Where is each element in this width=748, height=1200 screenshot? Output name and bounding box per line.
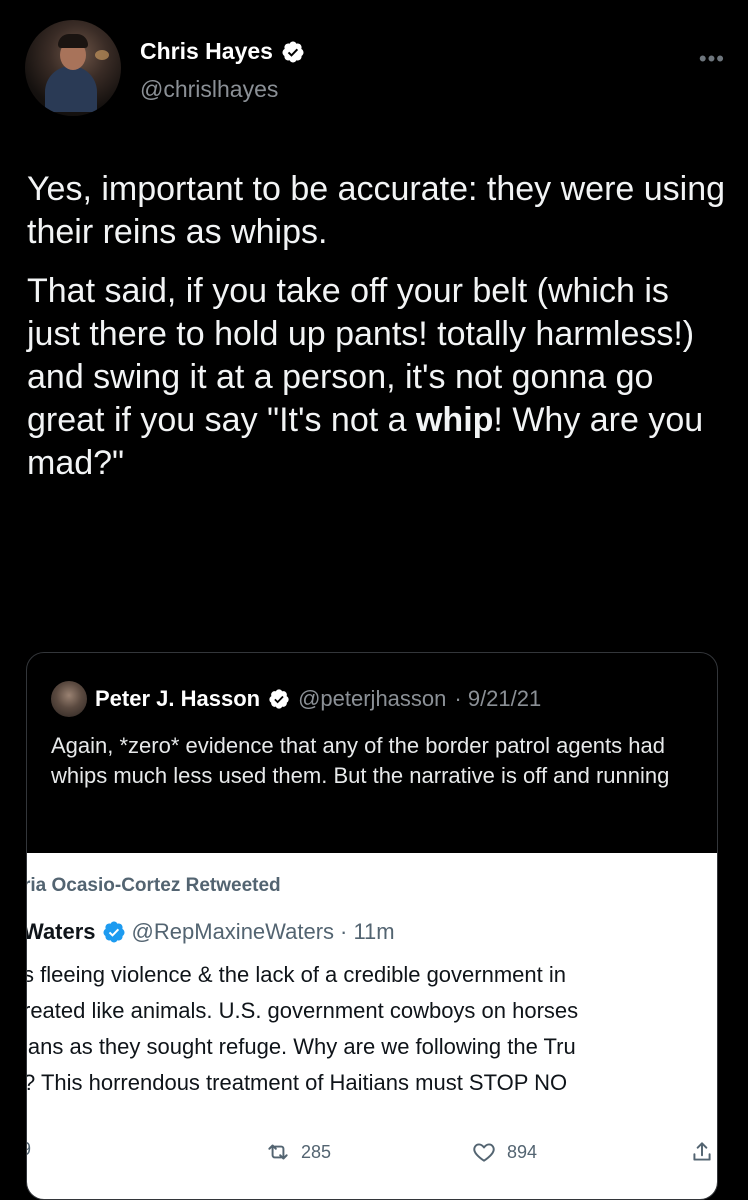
quoted-author-name[interactable]: Peter J. Hasson (95, 686, 260, 712)
embedded-text-line: ians as they sought refuge. Why are we f… (27, 1034, 576, 1059)
verified-badge-icon (269, 689, 289, 709)
embedded-text-line: reated like animals. U.S. government cow… (27, 998, 579, 1023)
share-icon (693, 1142, 711, 1161)
quoted-date: · 9/21/21 (454, 686, 542, 711)
verified-badge-icon (103, 921, 125, 943)
reply-action: 9 (27, 1139, 31, 1160)
embedded-author-row: Waters @RepMaxineWaters · 11m (27, 919, 395, 945)
quoted-tweet-header: Peter J. Hasson @peterjhasson · 9/21/21 (51, 681, 541, 717)
author-name[interactable]: Chris Hayes (140, 38, 273, 65)
tweet-body: Yes, important to be accurate: they were… (27, 168, 727, 501)
embedded-screenshot: ria Ocasio-Cortez Retweeted Waters @RepM… (27, 853, 717, 1199)
retweeted-by-label: ria Ocasio-Cortez Retweeted (27, 875, 281, 896)
retweet-count: 285 (301, 1141, 332, 1162)
reply-count: 9 (27, 1139, 31, 1160)
heart-icon (473, 1143, 495, 1162)
embedded-author-name: Waters (27, 919, 96, 944)
embedded-action-bar: 9 285 894 (27, 1133, 717, 1173)
quoted-tweet[interactable]: Peter J. Hasson @peterjhasson · 9/21/21 … (26, 652, 718, 1200)
like-count: 894 (507, 1141, 538, 1162)
like-action: 894 (471, 1139, 537, 1165)
retweet-icon (268, 1144, 288, 1160)
tweet-bold-word: whip (415, 401, 494, 439)
embedded-text: s fleeing violence & the lack of a credi… (27, 957, 717, 1101)
share-action (689, 1139, 715, 1165)
embedded-text-line: ? This horrendous treatment of Haitians … (27, 1070, 568, 1095)
embedded-text-line: s fleeing violence & the lack of a credi… (27, 962, 566, 987)
embedded-author-handle: @RepMaxineWaters (131, 919, 335, 944)
tweet-paragraph-2: That said, if you take off your belt (wh… (27, 270, 727, 485)
retweet-action: 285 (265, 1139, 331, 1165)
quoted-text: Again, *zero* evidence that any of the b… (51, 733, 670, 788)
tweet-header: Chris Hayes @chrislhayes ••• (25, 20, 725, 120)
tweet-paragraph-1: Yes, important to be accurate: they were… (27, 170, 726, 251)
quoted-author-handle[interactable]: @peterjhasson (298, 686, 446, 712)
embedded-time: · 11m (340, 919, 395, 944)
author-handle[interactable]: @chrislhayes (140, 76, 278, 103)
author-avatar[interactable] (25, 20, 121, 116)
author-name-row: Chris Hayes (140, 38, 305, 65)
more-options-icon[interactable]: ••• (699, 46, 725, 72)
verified-badge-icon (282, 41, 304, 62)
quoted-author-avatar[interactable] (51, 681, 87, 717)
